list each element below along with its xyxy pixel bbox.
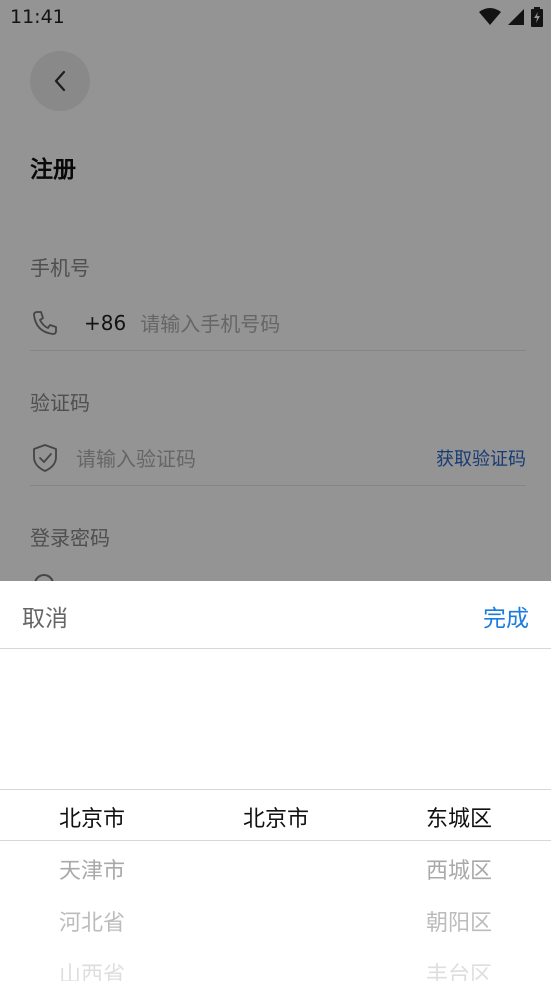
done-button[interactable]: 完成 xyxy=(483,599,529,633)
district-column[interactable]: 东城区 西城区 朝阳区 丰台区 xyxy=(367,649,551,981)
picker-header: 取消 完成 xyxy=(0,581,551,649)
region-picker[interactable]: 北京市 天津市 河北省 山西省 北京市 东城区 西城区 朝阳区 丰台区 xyxy=(0,649,551,981)
province-option[interactable]: 河北省 xyxy=(0,905,184,937)
district-option[interactable]: 朝阳区 xyxy=(367,905,551,937)
cancel-button[interactable]: 取消 xyxy=(22,599,68,633)
city-option[interactable]: 北京市 xyxy=(184,801,368,833)
province-option[interactable]: 山西省 xyxy=(0,957,184,981)
district-option[interactable]: 丰台区 xyxy=(367,957,551,981)
province-option[interactable]: 北京市 xyxy=(0,801,184,833)
district-option[interactable]: 东城区 xyxy=(367,801,551,833)
register-screen: 11:41 注册 手机号 +86 请输入手机号码 验证码 请输入验证码 获取验证… xyxy=(0,0,551,981)
region-picker-sheet: 取消 完成 北京市 天津市 河北省 山西省 北京市 东城区 西城区 朝阳区 丰台… xyxy=(0,581,551,981)
city-column[interactable]: 北京市 xyxy=(184,649,368,981)
province-option[interactable]: 天津市 xyxy=(0,853,184,885)
modal-overlay[interactable] xyxy=(0,0,551,581)
district-option[interactable]: 西城区 xyxy=(367,853,551,885)
province-column[interactable]: 北京市 天津市 河北省 山西省 xyxy=(0,649,184,981)
